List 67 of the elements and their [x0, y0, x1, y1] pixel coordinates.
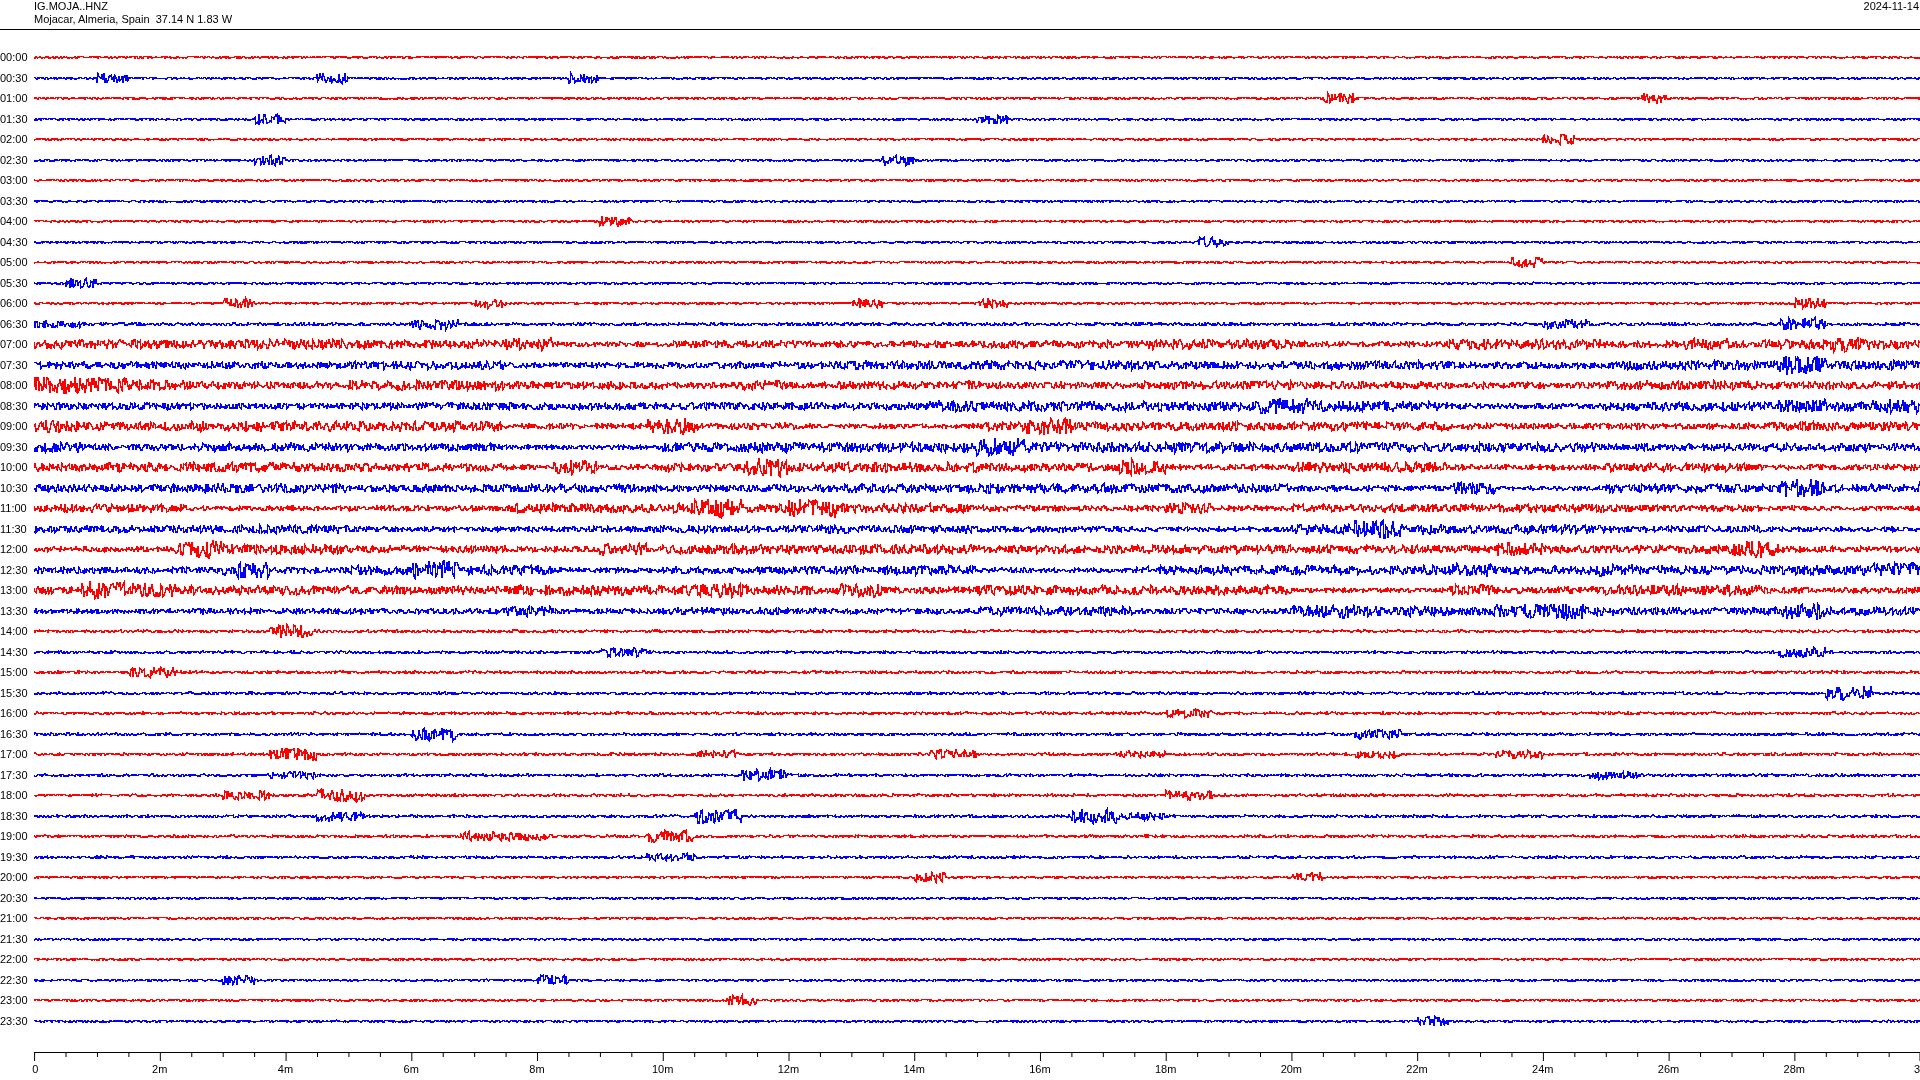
axis-label: 18m: [1154, 1062, 1177, 1076]
axis-label: 14m: [903, 1062, 925, 1076]
time-label: 23:30: [0, 1014, 29, 1027]
time-label: 14:30: [0, 645, 29, 658]
time-label: 01:30: [0, 112, 29, 125]
time-label: 22:30: [0, 973, 29, 986]
time-label: 17:00: [0, 748, 29, 761]
time-label: 21:00: [0, 912, 29, 925]
date-label: 2024-11-14: [1863, 0, 1919, 13]
time-label: 16:30: [0, 727, 29, 740]
axis-label: 20m: [1280, 1062, 1303, 1076]
time-label: 13:30: [0, 604, 29, 617]
time-label: 22:00: [0, 953, 29, 966]
time-label: 08:30: [0, 399, 29, 412]
time-label: 07:30: [0, 358, 29, 371]
time-label: 18:30: [0, 809, 29, 822]
axis-label: 10m: [651, 1062, 674, 1076]
time-label: 10:00: [0, 461, 29, 474]
station-code: IG.MOJA..HNZ: [34, 0, 109, 13]
time-label: 12:30: [0, 563, 29, 576]
time-label: 05:30: [0, 276, 29, 289]
time-label: 00:30: [0, 71, 29, 84]
time-label: 15:30: [0, 686, 29, 699]
axis-label: 22m: [1406, 1062, 1428, 1076]
time-label: 06:00: [0, 297, 29, 310]
axis-label: 6m: [403, 1062, 419, 1076]
time-label: 13:00: [0, 584, 29, 597]
time-label: 19:30: [0, 850, 29, 863]
time-label: 09:00: [0, 420, 29, 433]
axis-label: 16m: [1029, 1062, 1051, 1076]
time-label: 07:00: [0, 338, 29, 351]
time-label: 04:00: [0, 215, 29, 228]
time-label: 21:30: [0, 932, 29, 945]
time-label: 10:30: [0, 481, 29, 494]
time-label: 14:00: [0, 625, 29, 638]
axis-label: 8m: [529, 1062, 545, 1076]
time-label: 20:30: [0, 891, 29, 904]
axis-label: 26m: [1657, 1062, 1680, 1076]
time-label: 18:00: [0, 789, 29, 802]
time-label: 00:00: [0, 51, 29, 64]
time-label: 04:30: [0, 235, 29, 248]
axis-label: 2m: [152, 1062, 168, 1076]
axis-label: 3: [1913, 1062, 1920, 1076]
time-label: 11:30: [0, 522, 28, 535]
time-label: 23:00: [0, 994, 29, 1007]
station-location: Mojacar, Almeria, Spain 37.14 N 1.83 W: [34, 13, 233, 26]
time-label: 03:30: [0, 194, 29, 207]
axis-label: 28m: [1783, 1062, 1805, 1076]
axis-label: 12m: [777, 1062, 800, 1076]
time-label: 11:00: [0, 502, 28, 515]
time-label: 02:00: [0, 133, 29, 146]
time-label: 06:30: [0, 317, 29, 330]
time-label: 15:00: [0, 666, 29, 679]
time-label: 09:30: [0, 440, 29, 453]
time-label: 03:00: [0, 174, 29, 187]
axis-label: 24m: [1532, 1062, 1554, 1076]
time-label: 16:00: [0, 707, 29, 720]
time-label: 12:00: [0, 543, 29, 556]
axis-label: 0: [32, 1062, 39, 1076]
time-label: 05:00: [0, 256, 29, 269]
time-label: 17:30: [0, 768, 29, 781]
time-label: 02:30: [0, 153, 29, 166]
time-label: 01:00: [0, 92, 29, 105]
time-label: 19:00: [0, 830, 29, 843]
axis-label: 4m: [277, 1062, 294, 1076]
time-label: 20:00: [0, 871, 29, 884]
time-label: 08:00: [0, 379, 29, 392]
